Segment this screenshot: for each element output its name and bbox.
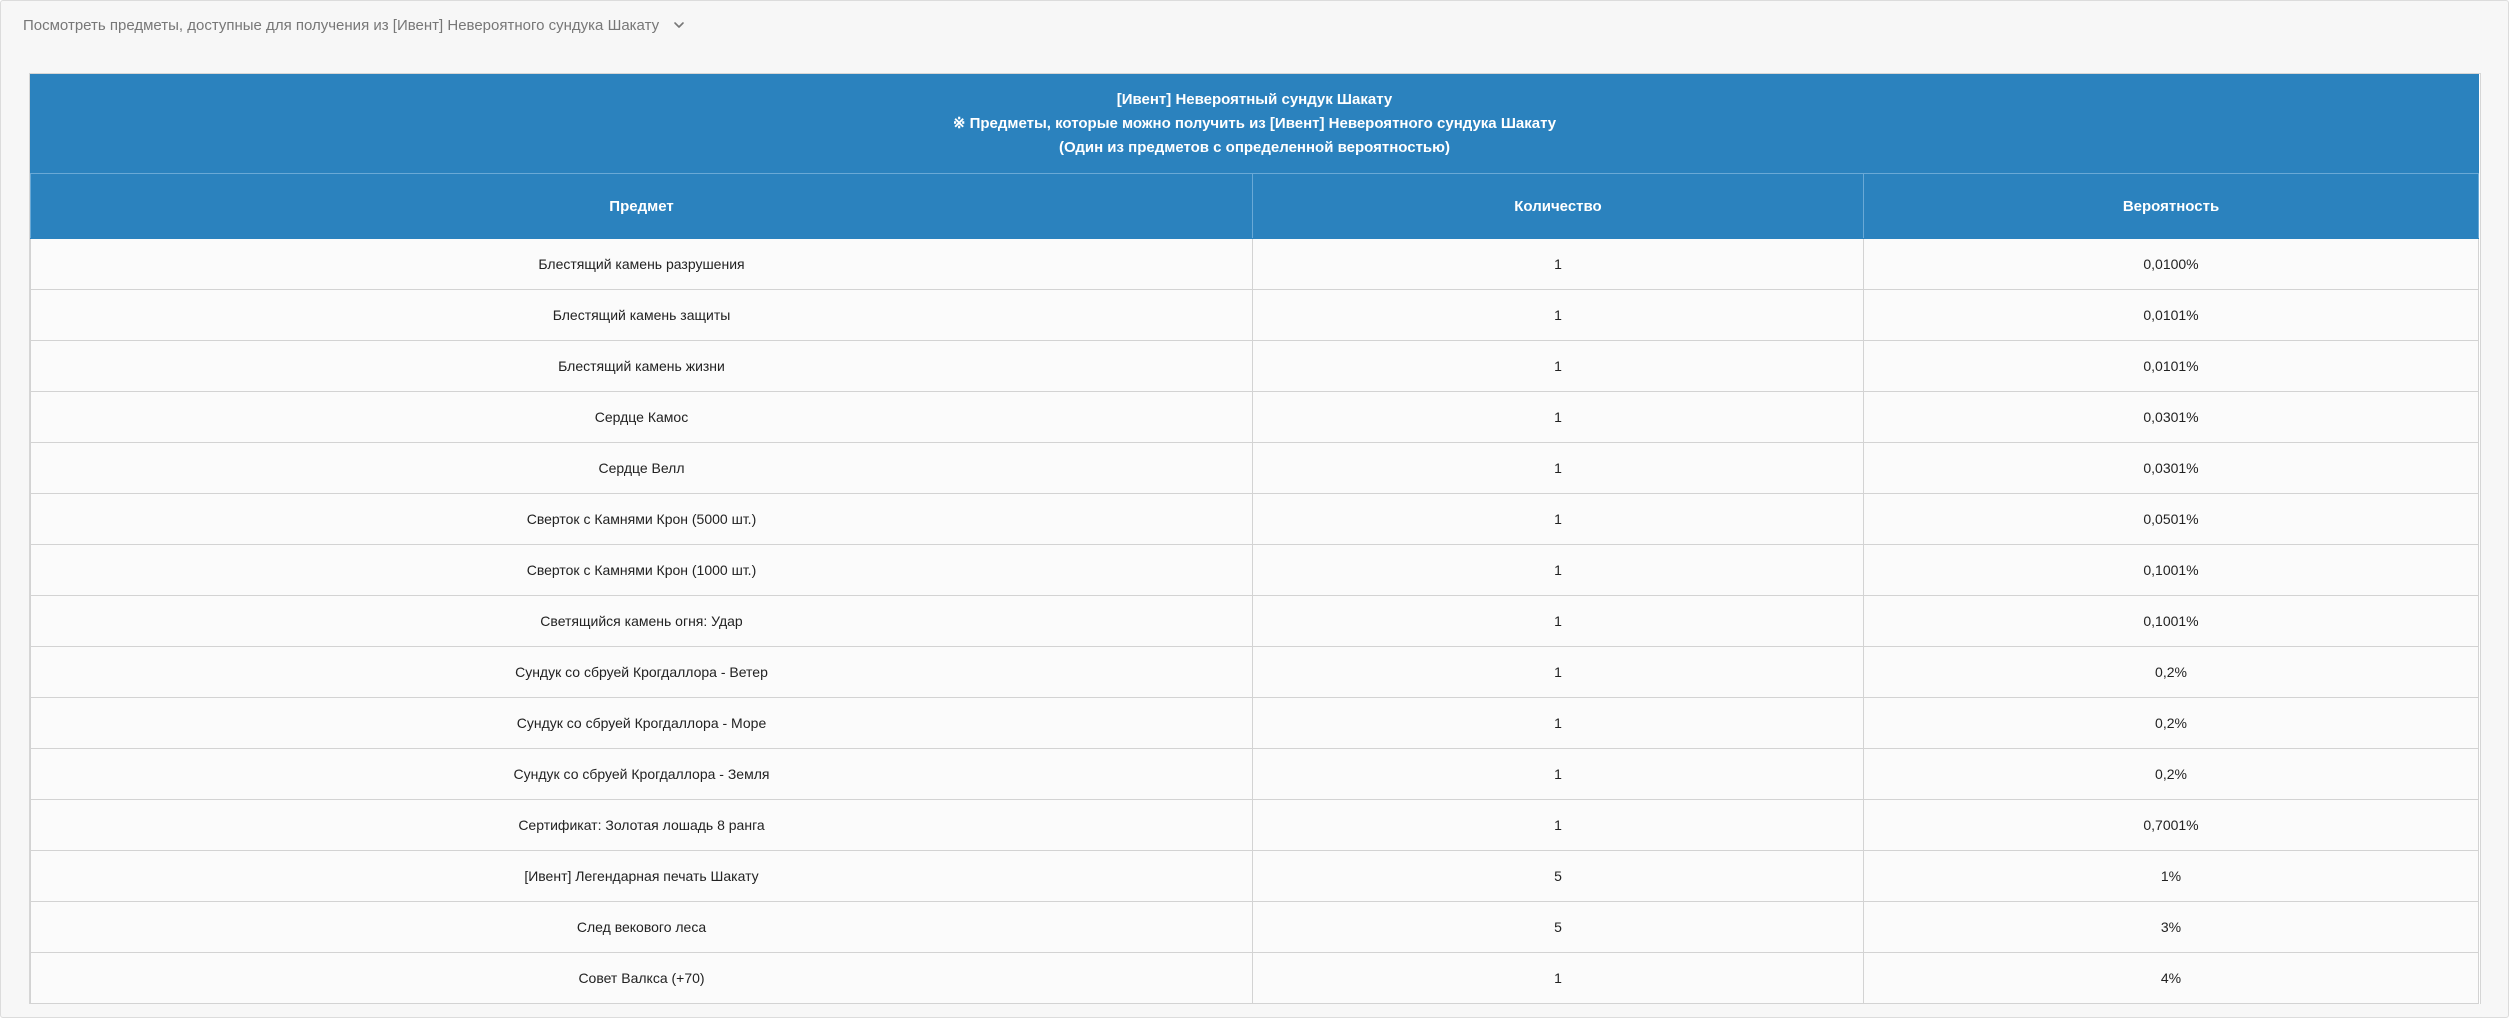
table-row: Сундук со сбруей Крогдаллора - Ветер 1 0,2… [30,646,2479,698]
table-title-line-1: [Ивент] Невероятный сундук Шакату [1116,91,1393,108]
cell-probability: 3% [1863,901,2479,953]
cell-quantity: 1 [1252,391,1864,443]
cell-item: Блестящий камень жизни [30,340,1253,392]
cell-quantity: 1 [1252,748,1864,800]
table-row: [Ивент] Легендарная печать Шакату 5 1% [30,850,2479,902]
drop-list-toggle[interactable]: Посмотреть предметы, доступные для получ… [23,14,687,36]
cell-item: Светящийся камень огня: Удар [30,595,1253,647]
drop-list-panel: Посмотреть предметы, доступные для получ… [0,0,2509,1018]
table-row: Блестящий камень защиты 1 0,0101% [30,289,2479,341]
table-row: Светящийся камень огня: Удар 1 0,1001% [30,595,2479,647]
table-title-row: [Ивент] Невероятный сундук Шакату ※ Пред… [30,74,2479,174]
cell-item: Сундук со сбруей Крогдаллора - Море [30,697,1253,749]
cell-item: Сундук со сбруей Крогдаллора - Ветер [30,646,1253,698]
table-row: Сверток с Камнями Крон (5000 шт.) 1 0,0501… [30,493,2479,545]
cell-probability: 0,1001% [1863,544,2479,596]
table-title: [Ивент] Невероятный сундук Шакату ※ Пред… [30,74,2479,174]
cell-probability: 0,7001% [1863,799,2479,851]
cell-quantity: 1 [1252,544,1864,596]
drop-list-toggle-label: Посмотреть предметы, доступные для получ… [23,16,660,34]
table-row: Сертификат: Золотая лошадь 8 ранга 1 0,700… [30,799,2479,851]
cell-quantity: 1 [1252,646,1864,698]
cell-item: Сверток с Камнями Крон (1000 шт.) [30,544,1253,596]
column-header-probability: Вероятность [1863,173,2479,239]
cell-probability: 4% [1863,952,2479,1004]
cell-item: Сундук со сбруей Крогдаллора - Земля [30,748,1253,800]
table-row: Блестящий камень разрушения 1 0,0100% [30,238,2479,290]
cell-quantity: 1 [1252,952,1864,1004]
cell-item: Сердце Велл [30,442,1253,494]
cell-probability: 0,1001% [1863,595,2479,647]
cell-item: Сертификат: Золотая лошадь 8 ранга [30,799,1253,851]
cell-probability: 0,0101% [1863,289,2479,341]
table-row: След векового леса 5 3% [30,901,2479,953]
cell-probability: 0,2% [1863,697,2479,749]
cell-probability: 1% [1863,850,2479,902]
cell-quantity: 1 [1252,697,1864,749]
cell-item: След векового леса [30,901,1253,953]
cell-probability: 0,0101% [1863,340,2479,392]
cell-quantity: 1 [1252,799,1864,851]
cell-quantity: 1 [1252,493,1864,545]
table-title-line-3: (Один из предметов с определенной вероят… [1059,139,1450,156]
cell-probability: 0,2% [1863,748,2479,800]
table-row: Совет Валкса (+70) 1 4% [30,952,2479,1004]
cell-item: Совет Валкса (+70) [30,952,1253,1004]
cell-probability: 0,0501% [1863,493,2479,545]
cell-quantity: 1 [1252,442,1864,494]
cell-quantity: 1 [1252,238,1864,290]
table-row: Сердце Камос 1 0,0301% [30,391,2479,443]
cell-probability: 0,0301% [1863,442,2479,494]
cell-item: Блестящий камень защиты [30,289,1253,341]
cell-item: Сердце Камос [30,391,1253,443]
table-title-line-2: ※ Предметы, которые можно получить из [И… [952,115,1557,132]
column-header-item: Предмет [30,173,1253,239]
table-row: Блестящий камень жизни 1 0,0101% [30,340,2479,392]
chevron-down-icon [671,17,687,33]
table-row: Сундук со сбруей Крогдаллора - Море 1 0,2% [30,697,2479,749]
column-header-quantity: Количество [1252,173,1864,239]
cell-quantity: 5 [1252,850,1864,902]
table-row: Сундук со сбруей Крогдаллора - Земля 1 0,2… [30,748,2479,800]
table-body: Блестящий камень разрушения 1 0,0100% Блест… [30,238,2479,1004]
drop-table-container: [Ивент] Невероятный сундук Шакату ※ Пред… [29,73,2481,1004]
cell-quantity: 1 [1252,595,1864,647]
cell-probability: 0,2% [1863,646,2479,698]
table-row: Сердце Велл 1 0,0301% [30,442,2479,494]
cell-quantity: 1 [1252,289,1864,341]
cell-item: [Ивент] Легендарная печать Шакату [30,850,1253,902]
cell-probability: 0,0301% [1863,391,2479,443]
drop-table: [Ивент] Невероятный сундук Шакату ※ Пред… [30,74,2479,1004]
cell-quantity: 5 [1252,901,1864,953]
cell-item: Блестящий камень разрушения [30,238,1253,290]
cell-probability: 0,0100% [1863,238,2479,290]
table-header-row: Предмет Количество Вероятность [30,173,2479,239]
cell-item: Сверток с Камнями Крон (5000 шт.) [30,493,1253,545]
table-row: Сверток с Камнями Крон (1000 шт.) 1 0,1001… [30,544,2479,596]
cell-quantity: 1 [1252,340,1864,392]
